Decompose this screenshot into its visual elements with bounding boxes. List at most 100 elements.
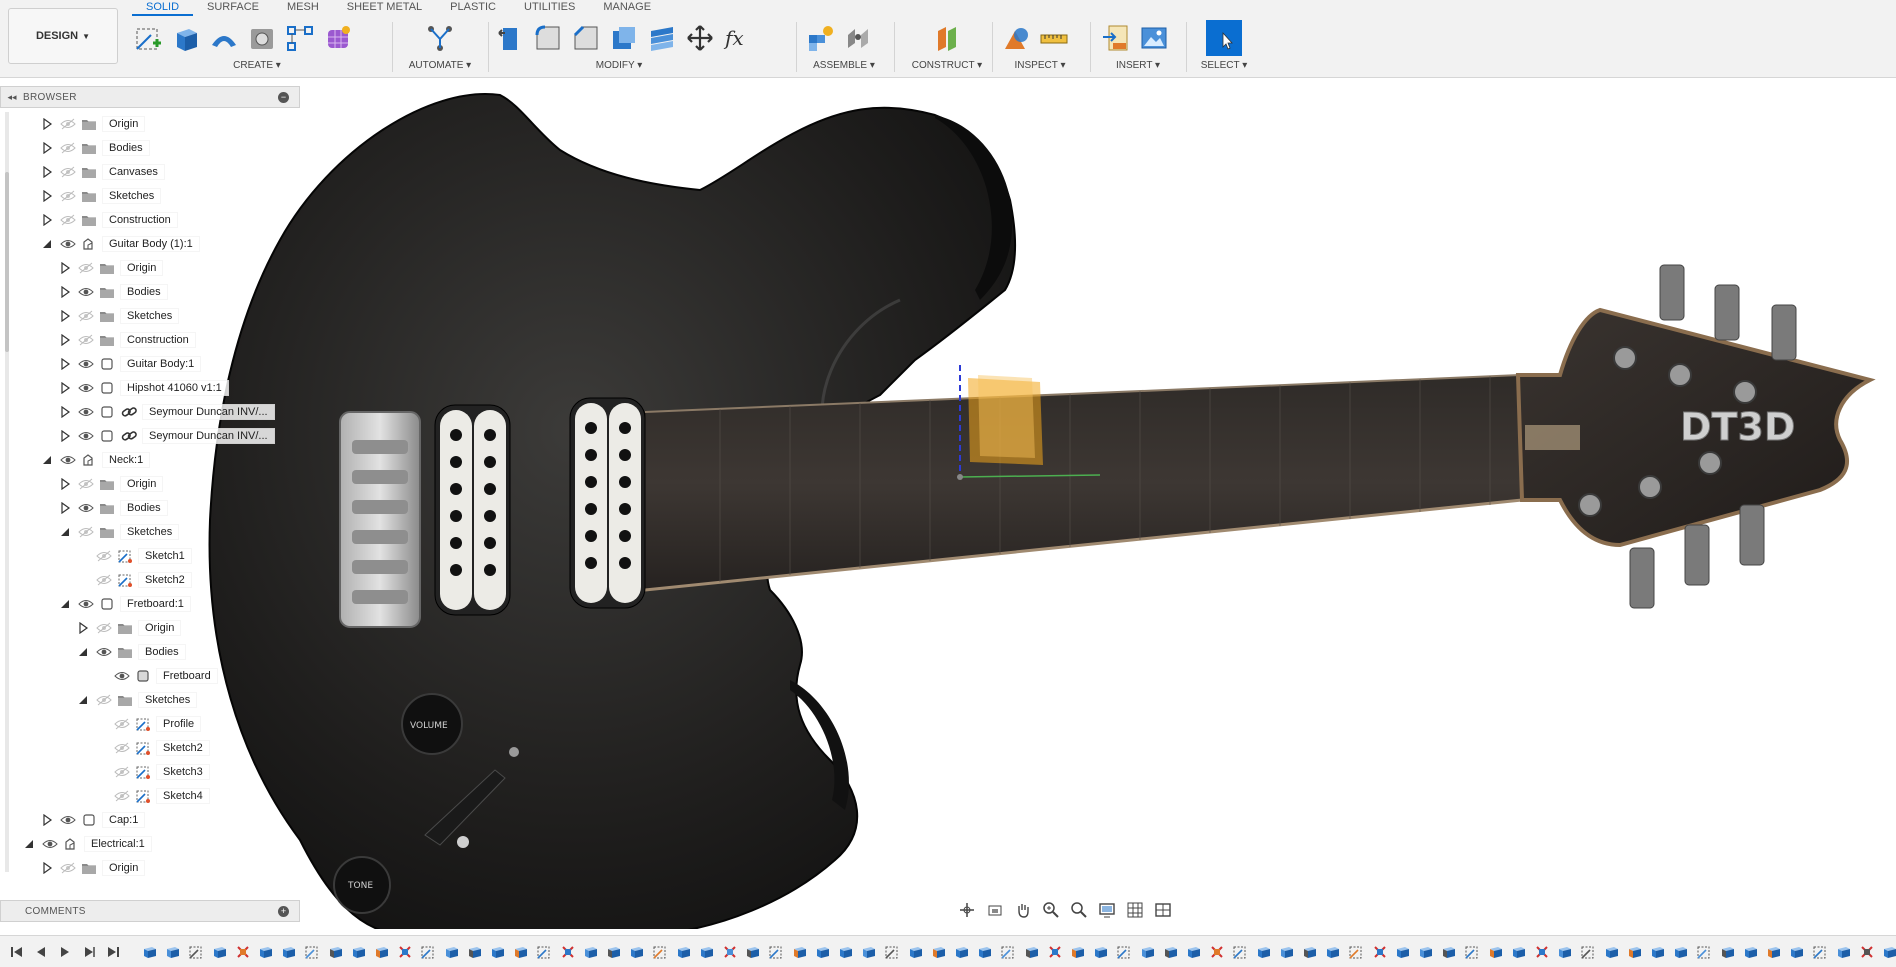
minimize-panel-icon[interactable]: − <box>278 91 289 103</box>
eye-visible-icon[interactable] <box>78 429 94 443</box>
expand-arrow-icon[interactable] <box>58 477 72 491</box>
tab-utilities[interactable]: UTILITIES <box>510 0 589 16</box>
timeline-feature-icon[interactable] <box>1743 944 1761 960</box>
timeline-feature-icon[interactable] <box>1302 944 1320 960</box>
add-comment-icon[interactable]: + <box>278 905 289 917</box>
eye-hidden-icon[interactable] <box>96 573 112 587</box>
eye-visible-icon[interactable] <box>114 669 130 683</box>
browser-node[interactable]: Origin <box>58 474 164 494</box>
timeline-feature-icon[interactable] <box>1696 944 1714 960</box>
timeline-feature-icon[interactable] <box>536 944 554 960</box>
eye-visible-icon[interactable] <box>78 381 94 395</box>
3d-viewport[interactable]: DT3D VOLUME TONE <box>0 79 1896 929</box>
browser-node[interactable]: Origin <box>58 258 164 278</box>
bridge-pickup[interactable] <box>434 404 511 616</box>
orbit-icon[interactable] <box>956 900 978 920</box>
expand-arrow-icon[interactable] <box>40 189 54 203</box>
eye-visible-icon[interactable] <box>60 453 76 467</box>
hole-icon[interactable] <box>246 22 278 54</box>
timeline-feature-icon[interactable] <box>1511 944 1529 960</box>
tab-sheet-metal[interactable]: SHEET METAL <box>333 0 436 16</box>
timeline-feature-icon[interactable] <box>1836 944 1854 960</box>
browser-node[interactable]: Bodies <box>58 498 168 518</box>
comments-panel-header[interactable]: COMMENTS + <box>0 900 300 922</box>
eye-visible-icon[interactable] <box>78 405 94 419</box>
volume-knob[interactable]: VOLUME <box>401 693 463 755</box>
browser-node[interactable]: Profile <box>94 714 202 734</box>
timeline-feature-icon[interactable] <box>1070 944 1088 960</box>
timeline-feature-icon[interactable] <box>792 944 810 960</box>
expand-arrow-icon[interactable] <box>58 429 72 443</box>
timeline-feature-icon[interactable] <box>908 944 926 960</box>
timeline-feature-icon[interactable] <box>328 944 346 960</box>
timeline-feature-icon[interactable] <box>1116 944 1134 960</box>
eye-hidden-icon[interactable] <box>78 525 94 539</box>
timeline-feature-icon[interactable] <box>629 944 647 960</box>
step-back-icon[interactable] <box>32 943 50 961</box>
timeline-feature-icon[interactable] <box>444 944 462 960</box>
parameters-fx-icon[interactable]: fx <box>722 22 754 54</box>
zoom-icon[interactable] <box>1040 900 1062 920</box>
timeline-feature-icon[interactable] <box>513 944 531 960</box>
step-forward-icon[interactable] <box>80 943 98 961</box>
offset-plane-icon[interactable] <box>931 22 963 54</box>
expand-arrow-icon[interactable] <box>40 813 54 827</box>
timeline-feature-icon[interactable] <box>1209 944 1227 960</box>
eye-hidden-icon[interactable] <box>78 309 94 323</box>
collapse-arrow-icon[interactable] <box>40 453 54 467</box>
timeline-feature-icon[interactable] <box>1418 944 1436 960</box>
timeline-feature-icon[interactable] <box>165 944 183 960</box>
collapse-arrow-icon[interactable] <box>76 693 90 707</box>
timeline-feature-icon[interactable] <box>1859 944 1877 960</box>
chamfer-icon[interactable] <box>570 22 602 54</box>
eye-hidden-icon[interactable] <box>60 141 76 155</box>
interference-icon[interactable] <box>1000 22 1032 54</box>
timeline-feature-icon[interactable] <box>1627 944 1645 960</box>
timeline-feature-icon[interactable] <box>351 944 369 960</box>
eye-visible-icon[interactable] <box>60 813 76 827</box>
timeline-feature-icon[interactable] <box>304 944 322 960</box>
collapse-arrow-icon[interactable] <box>40 237 54 251</box>
timeline-feature-icon[interactable] <box>1325 944 1343 960</box>
create-menu[interactable]: CREATE ▾ <box>132 60 382 71</box>
tone-knob[interactable]: TONE <box>333 856 391 914</box>
timeline-feature-icon[interactable] <box>1534 944 1552 960</box>
pan-hand-icon[interactable] <box>1012 900 1034 920</box>
display-settings-icon[interactable] <box>1096 900 1118 920</box>
timeline-feature-icon[interactable] <box>1604 944 1622 960</box>
eye-hidden-icon[interactable] <box>60 117 76 131</box>
browser-node[interactable]: Bodies <box>58 282 168 302</box>
viewports-icon[interactable] <box>1152 900 1174 920</box>
browser-panel-header[interactable]: ◂◂ BROWSER − <box>0 86 300 108</box>
expand-arrow-icon[interactable] <box>40 213 54 227</box>
expand-arrow-icon[interactable] <box>58 381 72 395</box>
insert-menu[interactable]: INSERT ▾ <box>1100 60 1176 71</box>
expand-arrow-icon[interactable] <box>40 165 54 179</box>
browser-node[interactable]: Sketch2 <box>94 738 210 758</box>
timeline-feature-icon[interactable] <box>1812 944 1830 960</box>
timeline-feature-icon[interactable] <box>1441 944 1459 960</box>
eye-hidden-icon[interactable] <box>114 717 130 731</box>
expand-arrow-icon[interactable] <box>58 405 72 419</box>
browser-node[interactable]: Canvases <box>40 162 165 182</box>
browser-node[interactable]: Construction <box>58 330 196 350</box>
timeline-feature-icon[interactable] <box>1464 944 1482 960</box>
collapse-arrow-icon[interactable] <box>58 525 72 539</box>
timeline-feature-icon[interactable] <box>374 944 392 960</box>
measure-icon[interactable] <box>1038 22 1070 54</box>
timeline-feature-icon[interactable] <box>1232 944 1250 960</box>
timeline-feature-icon[interactable] <box>1488 944 1506 960</box>
tab-mesh[interactable]: MESH <box>273 0 333 16</box>
insert-svg-icon[interactable] <box>1100 22 1132 54</box>
browser-node[interactable]: Construction <box>40 210 178 230</box>
browser-node[interactable]: Sketches <box>76 690 198 710</box>
collapse-arrow-icon[interactable] <box>58 597 72 611</box>
collapse-panel-icon[interactable]: ◂◂ <box>1 92 23 103</box>
eye-hidden-icon[interactable] <box>114 765 130 779</box>
timeline-feature-icon[interactable] <box>977 944 995 960</box>
browser-node[interactable]: Origin <box>40 114 146 134</box>
eye-hidden-icon[interactable] <box>96 693 112 707</box>
timeline-feature-icon[interactable] <box>1279 944 1297 960</box>
browser-node[interactable]: Sketches <box>58 306 180 326</box>
timeline-feature-icon[interactable] <box>606 944 624 960</box>
